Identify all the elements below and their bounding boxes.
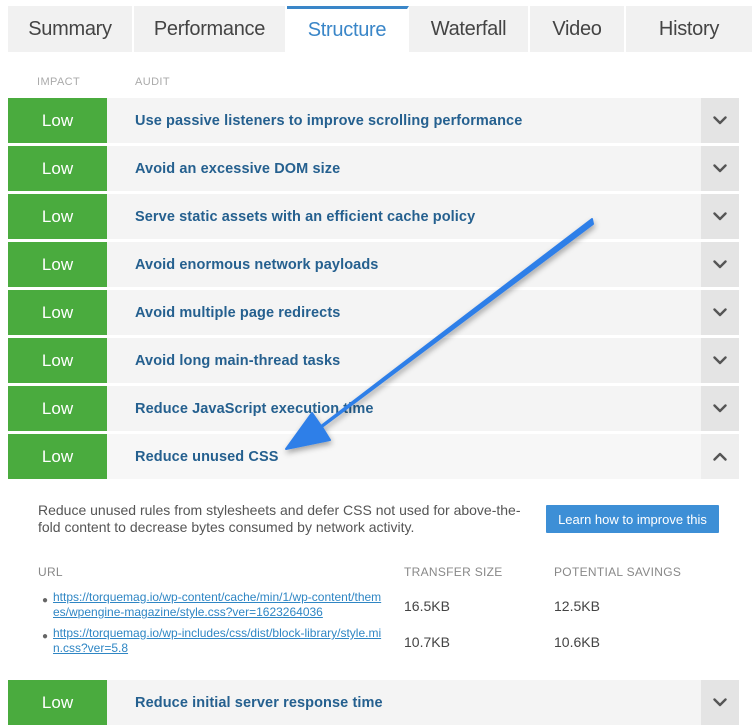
audit-row-passive-listeners[interactable]: Low Use passive listeners to improve scr… [8,98,739,143]
audit-table-header: IMPACT AUDIT [0,76,752,90]
tab-performance[interactable]: Performance [134,6,287,52]
impact-badge: Low [8,680,107,725]
transfer-size-value: 16.5KB [404,598,450,614]
impact-badge: Low [8,338,107,383]
audit-row-main-thread-tasks[interactable]: Low Avoid long main-thread tasks [8,338,739,383]
audit-description: Reduce unused rules from stylesheets and… [38,502,521,535]
audit-title: Reduce unused CSS [135,448,279,465]
chevron-down-icon [713,698,727,707]
audit-row-unused-css[interactable]: Low Reduce unused CSS [8,434,739,479]
impact-badge: Low [8,242,107,287]
expand-toggle[interactable] [701,242,739,287]
potential-savings-value: 10.6KB [554,634,600,650]
impact-badge: Low [8,434,107,479]
transfer-size-value: 10.7KB [404,634,450,650]
audit-row-server-response-time[interactable]: Low Reduce initial server response time [8,680,739,725]
resource-url-link[interactable]: https://torquemag.io/wp-includes/css/dis… [53,626,383,656]
audit-title: Serve static assets with an efficient ca… [135,208,476,225]
audit-row-dom-size[interactable]: Low Avoid an excessive DOM size [8,146,739,191]
url-column-header: URL [38,565,63,579]
learn-how-to-improve-button[interactable]: Learn how to improve this [546,505,719,533]
impact-badge: Low [8,290,107,335]
chevron-down-icon [713,164,727,173]
impact-badge: Low [8,386,107,431]
audit-row-network-payloads[interactable]: Low Avoid enormous network payloads [8,242,739,287]
audit-row-javascript-execution[interactable]: Low Reduce JavaScript execution time [8,386,739,431]
expand-toggle[interactable] [701,194,739,239]
transfer-size-column-header: TRANSFER SIZE [404,565,503,579]
chevron-down-icon [713,212,727,221]
tab-waterfall[interactable]: Waterfall [409,6,530,52]
expand-toggle[interactable] [701,338,739,383]
expand-toggle[interactable] [701,680,739,725]
chevron-down-icon [713,116,727,125]
bullet-icon: ● [42,631,49,642]
resource-url-link[interactable]: https://torquemag.io/wp-content/cache/mi… [53,590,383,620]
resource-row: ● https://torquemag.io/wp-content/cache/… [0,590,752,624]
audit-row-cache-policy[interactable]: Low Serve static assets with an efficien… [8,194,739,239]
impact-badge: Low [8,194,107,239]
expand-toggle[interactable] [701,386,739,431]
bullet-icon: ● [42,595,49,606]
chevron-down-icon [713,308,727,317]
chevron-down-icon [713,260,727,269]
audit-title: Avoid long main-thread tasks [135,352,341,369]
collapse-toggle[interactable] [701,434,739,479]
impact-badge: Low [8,98,107,143]
expand-toggle[interactable] [701,290,739,335]
impact-badge: Low [8,146,107,191]
report-tabs: Summary Performance Structure Waterfall … [8,6,752,52]
audit-column-header: AUDIT [135,76,170,88]
chevron-down-icon [713,356,727,365]
potential-savings-column-header: POTENTIAL SAVINGS [554,565,682,579]
tab-structure[interactable]: Structure [287,6,409,52]
expand-toggle[interactable] [701,146,739,191]
audit-title: Reduce JavaScript execution time [135,400,374,417]
chevron-up-icon [713,452,727,461]
audit-row-page-redirects[interactable]: Low Avoid multiple page redirects [8,290,739,335]
chevron-down-icon [713,404,727,413]
impact-column-header: IMPACT [37,76,81,88]
audit-title: Reduce initial server response time [135,694,383,711]
audit-title: Avoid an excessive DOM size [135,160,341,177]
potential-savings-value: 12.5KB [554,598,600,614]
expand-toggle[interactable] [701,98,739,143]
audit-title: Use passive listeners to improve scrolli… [135,112,523,129]
tab-summary[interactable]: Summary [8,6,134,52]
tab-history[interactable]: History [626,6,752,52]
resource-row: ● https://torquemag.io/wp-includes/css/d… [0,626,752,660]
audit-title: Avoid enormous network payloads [135,256,379,273]
tab-video[interactable]: Video [530,6,626,52]
audit-title: Avoid multiple page redirects [135,304,341,321]
